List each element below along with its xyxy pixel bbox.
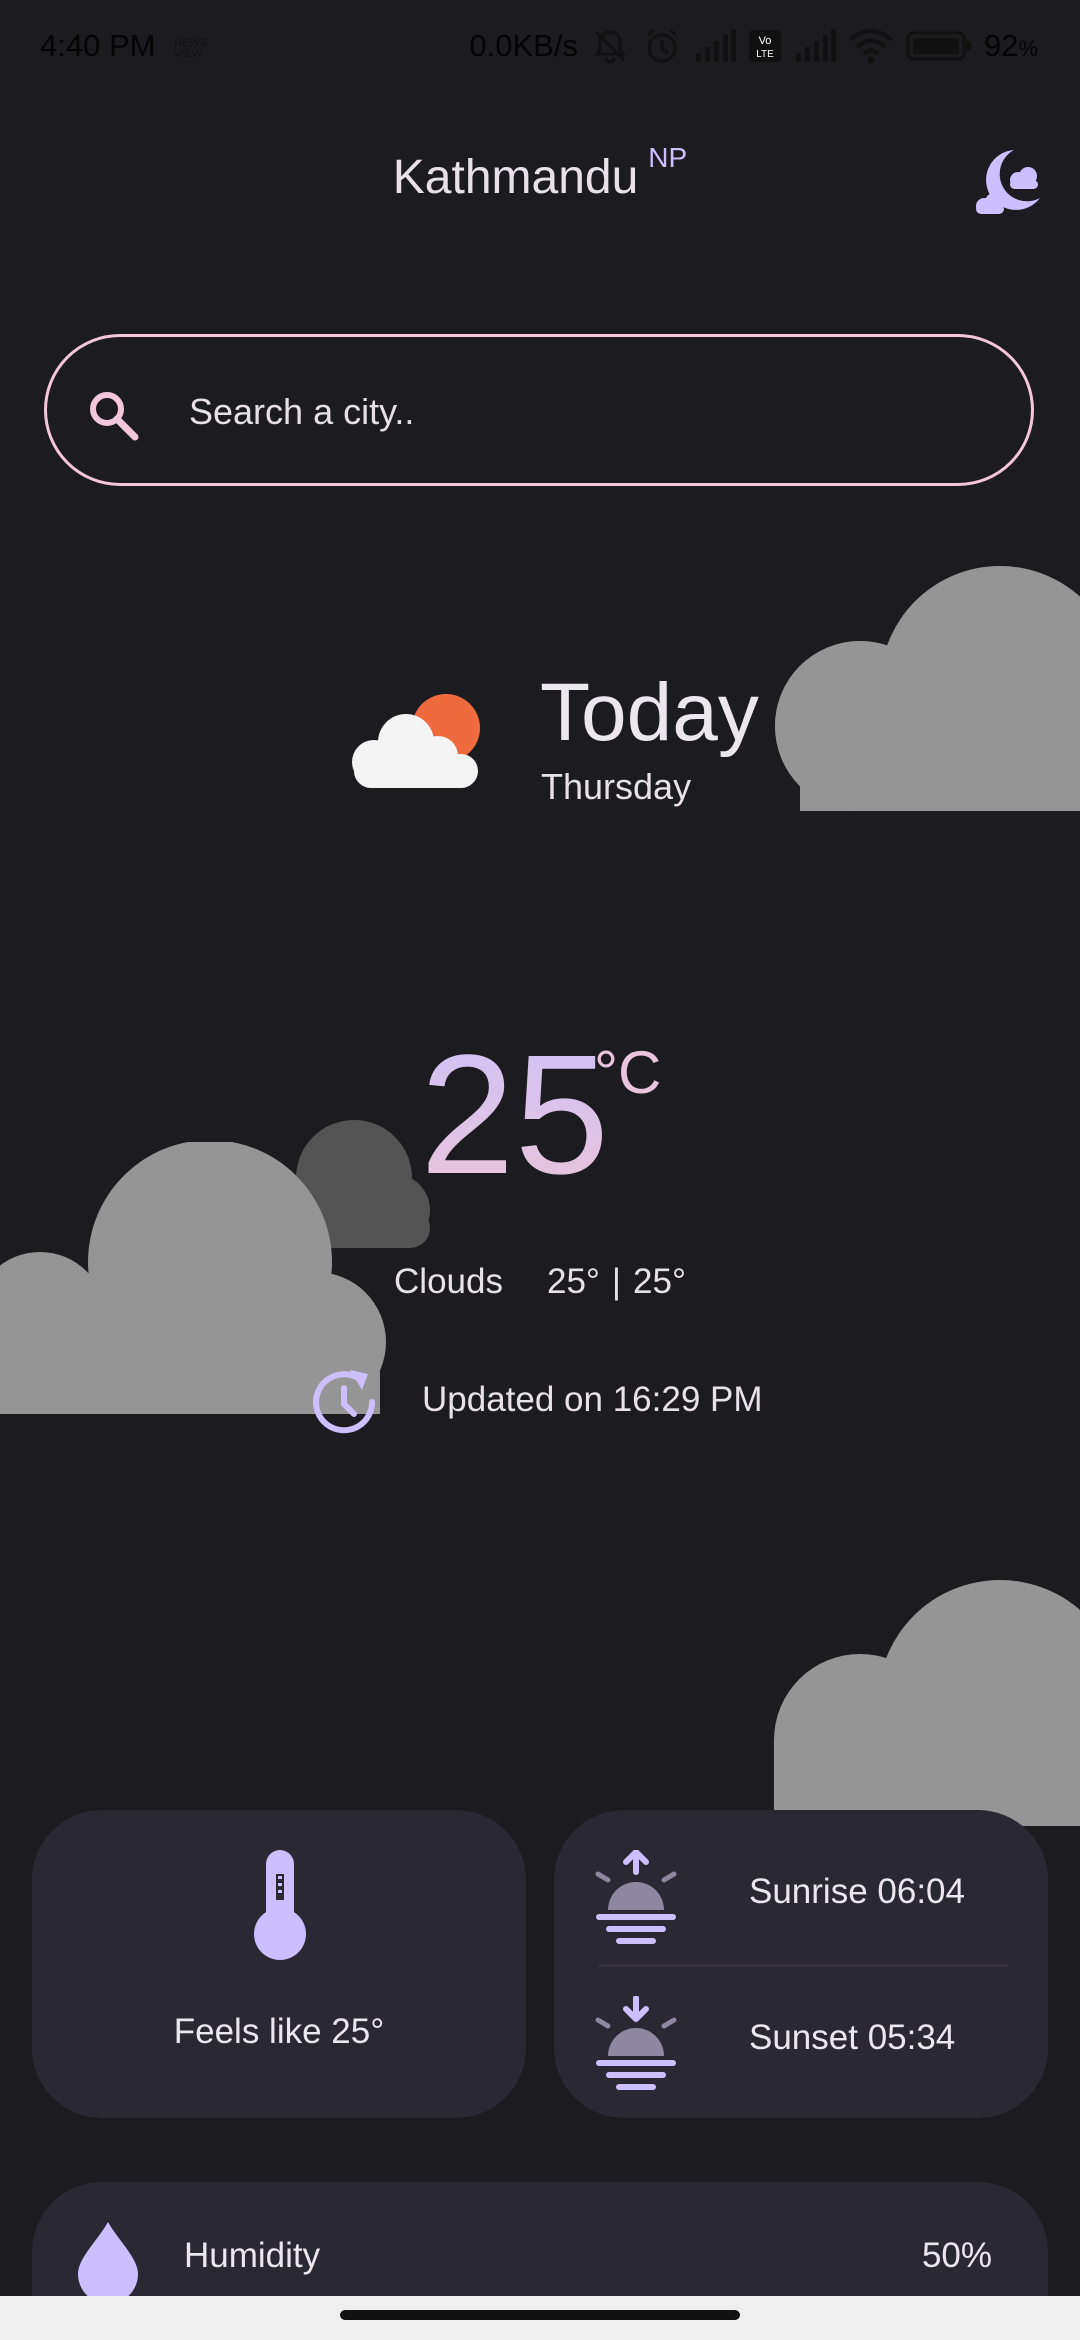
sun-times-card: Sunrise 06:04 Sunset 05:34	[554, 1810, 1048, 2118]
updated-text: Updated on 16:29 PM	[422, 1380, 763, 1419]
svg-text:Vo: Vo	[759, 35, 772, 47]
today-label: Today	[540, 667, 759, 758]
signal-icon	[795, 29, 836, 62]
feels-like-card: Feels like 25°	[32, 1810, 526, 2118]
cloud-decoration-bottom-right	[774, 1580, 1080, 1826]
svg-text:LTE: LTE	[756, 49, 774, 60]
status-mini-badge-line2: VIEW	[174, 48, 203, 60]
city-name: Kathmandu	[392, 151, 639, 204]
battery-percent-suffix: %	[1018, 36, 1038, 61]
moon-cloud-icon[interactable]	[970, 146, 1044, 220]
home-indicator[interactable]	[340, 2310, 740, 2320]
wifi-icon	[848, 29, 894, 64]
sunrise-text: Sunrise 06:04	[749, 1872, 965, 1911]
sunset-text: Sunset 05:34	[749, 2018, 956, 2057]
sunrise-icon	[595, 1850, 677, 1944]
status-bar: 4:40 PM NEWS VIEW 0.0KB/s Vo LTE 92%	[0, 0, 1080, 92]
sunrise-row: Sunrise 06:04	[554, 1814, 1048, 1954]
network-speed: 0.0KB/s	[469, 28, 578, 63]
city-title: Kathmandu NP	[0, 142, 1080, 205]
battery-percent-value: 92	[983, 28, 1019, 63]
volte-icon: Vo LTE	[748, 30, 781, 62]
feels-like-text: Feels like 25°	[173, 2012, 385, 2051]
status-time: 4:40 PM	[40, 28, 156, 63]
thermometer-icon	[254, 1850, 306, 1960]
temp-high: 25°	[546, 1262, 600, 1301]
navigation-bar	[0, 2296, 1080, 2340]
country-code: NP	[648, 142, 688, 173]
condition-row: Clouds 25° | 25°	[0, 1262, 1080, 1302]
humidity-value: 50%	[921, 2236, 992, 2275]
battery-percent: 92%	[984, 28, 1038, 64]
water-drop-icon	[78, 2222, 138, 2304]
status-mini-badge: NEWS VIEW	[174, 38, 207, 60]
temperature-value: 25	[420, 1020, 610, 1210]
battery-icon	[906, 31, 971, 61]
partly-cloudy-icon	[352, 694, 480, 788]
temperature-unit: °C	[594, 1039, 662, 1106]
temp-low: 25°	[633, 1262, 686, 1301]
condition-text: Clouds	[394, 1262, 503, 1301]
refresh-clock-icon[interactable]	[306, 1364, 382, 1440]
temp-separator: |	[611, 1262, 622, 1301]
search-input[interactable]: Search a city..	[44, 334, 1034, 486]
sunset-icon	[595, 1996, 677, 2090]
signal-icon	[695, 29, 736, 62]
weather-screen: 4:40 PM NEWS VIEW 0.0KB/s Vo LTE 92% Kat…	[0, 0, 1080, 2340]
search-placeholder: Search a city..	[189, 391, 415, 432]
alarm-icon	[646, 28, 677, 63]
sunset-row: Sunset 05:34	[554, 1960, 1048, 2100]
humidity-label: Humidity	[184, 2236, 321, 2275]
search-icon	[90, 392, 139, 441]
weekday-label: Thursday	[541, 766, 692, 807]
status-right-cluster: 0.0KB/s Vo LTE 92%	[469, 26, 1038, 66]
mute-icon	[593, 30, 626, 64]
cloud-decoration-top-right	[775, 566, 1080, 811]
